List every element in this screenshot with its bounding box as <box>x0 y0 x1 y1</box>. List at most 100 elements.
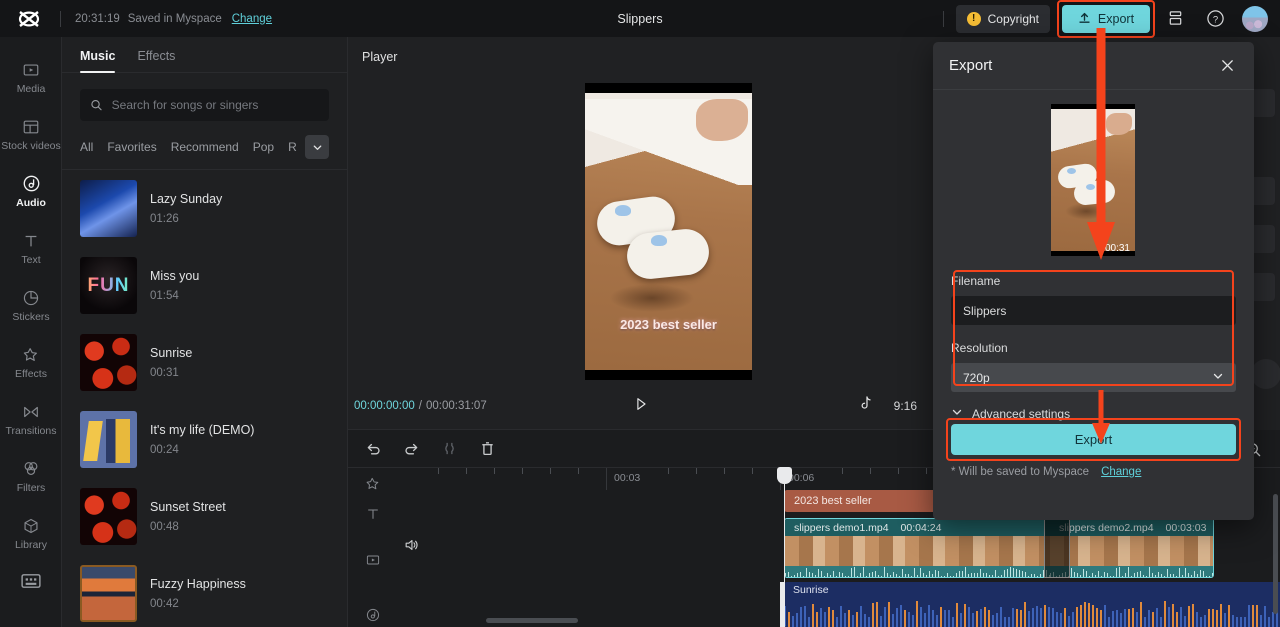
tab-music[interactable]: Music <box>80 49 116 73</box>
export-button[interactable]: Export <box>1062 4 1150 33</box>
sidebar-item-stock-videos[interactable]: Stock videos <box>0 106 62 163</box>
chip-favorites[interactable]: Favorites <box>107 140 156 154</box>
playhead[interactable] <box>777 467 792 627</box>
aspect-ratio-value[interactable]: 9:16 <box>894 399 917 413</box>
export-thumbnail-frame <box>1051 109 1135 251</box>
sidebar-item-library[interactable]: Library <box>0 505 62 562</box>
video-clip-header: slippers demo2.mp4 00:03:03 <box>1050 519 1213 536</box>
list-item[interactable]: Fuzzy Happiness 00:42 <box>62 555 347 627</box>
vertical-scrollbar[interactable] <box>1273 494 1278 614</box>
sidebar-item-transitions[interactable]: Transitions <box>0 391 62 448</box>
hand <box>696 99 748 141</box>
delete-icon[interactable] <box>472 434 502 464</box>
slipper-right <box>624 226 712 282</box>
song-cover <box>80 488 137 545</box>
list-item[interactable]: Lazy Sunday 01:26 <box>62 170 347 247</box>
sidebar-item-media[interactable]: Media <box>0 49 62 106</box>
sidebar-item-label: Stickers <box>12 310 50 323</box>
video-clip-header: slippers demo1.mp4 00:04:24 <box>785 519 1050 536</box>
export-change-location-link[interactable]: Change <box>1101 466 1141 478</box>
chevron-down-icon <box>951 406 963 421</box>
song-name: Fuzzy Happiness <box>150 577 246 591</box>
chip-r[interactable]: R <box>288 140 297 154</box>
export-button-label: Export <box>1097 11 1135 26</box>
list-item[interactable]: Sunrise 00:31 <box>62 324 347 401</box>
horizontal-scrollbar[interactable] <box>486 618 578 623</box>
list-item[interactable]: It's my life (DEMO) 00:24 <box>62 401 347 478</box>
resolution-select[interactable]: 720p <box>951 363 1236 392</box>
left-rail: Media Stock videos Audio Text Stickers E… <box>0 37 62 627</box>
song-duration: 00:24 <box>150 444 179 456</box>
chip-recommend[interactable]: Recommend <box>171 140 239 154</box>
audio-track-icon[interactable] <box>358 592 388 627</box>
sidebar-item-stickers[interactable]: Stickers <box>0 277 62 334</box>
search-input[interactable] <box>111 98 319 112</box>
clip-waveform <box>785 566 1050 577</box>
export-thumbnail-duration: 00:31 <box>1104 243 1130 254</box>
list-item[interactable]: Sunset Street 00:48 <box>62 478 347 555</box>
song-name: It's my life (DEMO) <box>150 423 255 437</box>
video-preview[interactable]: 2023 best seller <box>585 83 752 380</box>
help-icon[interactable]: ? <box>1200 4 1230 34</box>
song-cover <box>80 411 137 468</box>
player-controls: 00:00:00:00 / 00:00:31:07 9:16 <box>348 383 933 429</box>
tab-effects[interactable]: Effects <box>137 49 175 72</box>
avatar[interactable] <box>1242 5 1268 32</box>
stock-videos-icon <box>23 120 39 133</box>
chip-pop[interactable]: Pop <box>253 140 274 154</box>
export-dialog-header: Export <box>933 42 1254 90</box>
clip-transition-handle[interactable] <box>1044 518 1070 578</box>
chip-all[interactable]: All <box>80 140 93 154</box>
clip-name: slippers demo1.mp4 <box>794 521 889 534</box>
video-track[interactable]: slippers demo1.mp4 00:04:24 slippers dem… <box>784 518 1214 578</box>
list-item[interactable]: Miss you 01:54 <box>62 247 347 324</box>
export-confirm-button[interactable]: Export <box>951 424 1236 455</box>
search-box[interactable] <box>80 89 329 121</box>
undo-icon[interactable] <box>358 434 388 464</box>
hand <box>1106 113 1132 135</box>
filename-field[interactable] <box>951 296 1236 325</box>
player-right-controls: 9:16 <box>859 396 927 416</box>
text-track-icon[interactable] <box>358 500 388 528</box>
clip-duration: 00:03:03 <box>1165 521 1207 534</box>
copyright-label: Copyright <box>987 11 1039 26</box>
audio-clip[interactable]: Sunrise <box>784 582 1280 627</box>
sidebar-item-label: Stock videos <box>1 139 61 152</box>
copyright-button[interactable]: ! Copyright <box>955 4 1050 33</box>
video-clip-1[interactable]: slippers demo1.mp4 00:04:24 <box>785 519 1050 577</box>
sidebar-item-text[interactable]: Text <box>0 220 62 277</box>
play-icon[interactable] <box>633 396 649 417</box>
bow-left <box>1067 168 1076 174</box>
titlebar-divider-2 <box>942 10 944 27</box>
split-icon[interactable] <box>434 434 464 464</box>
current-timecode: 00:00:00:00 <box>354 400 415 412</box>
bow-left <box>615 205 631 216</box>
filename-input[interactable] <box>963 303 1224 318</box>
advanced-settings-toggle[interactable]: Advanced settings <box>951 406 1236 421</box>
change-save-location-link[interactable]: Change <box>232 13 272 25</box>
video-clip-2[interactable]: slippers demo2.mp4 00:03:03 <box>1050 519 1213 577</box>
video-caption: 2023 best seller <box>620 317 717 332</box>
resolution-value: 720p <box>963 370 990 385</box>
layout-icon[interactable] <box>1160 4 1190 34</box>
song-duration: 01:54 <box>150 290 179 302</box>
close-icon[interactable] <box>1216 55 1238 77</box>
redo-icon[interactable] <box>396 434 426 464</box>
export-button-wrapper: Export <box>1057 0 1155 38</box>
captions-icon[interactable] <box>0 573 62 589</box>
video-track-icon[interactable] <box>358 528 388 592</box>
sidebar-item-filters[interactable]: Filters <box>0 448 62 505</box>
sidebar-item-audio[interactable]: Audio <box>0 163 62 220</box>
capcut-logo-icon[interactable] <box>14 8 44 30</box>
effects-track-icon[interactable] <box>358 468 388 500</box>
filters-icon <box>24 461 38 475</box>
song-cover <box>80 257 137 314</box>
chevron-down-icon[interactable] <box>305 135 329 159</box>
library-panel: Music Effects All Favorites Recommend Po… <box>62 37 348 627</box>
tiktok-icon[interactable] <box>859 396 872 416</box>
clip-thumbnails <box>1050 536 1213 566</box>
sidebar-item-effects[interactable]: Effects <box>0 334 62 391</box>
filename-label: Filename <box>951 274 1001 288</box>
upload-icon <box>1079 12 1090 23</box>
volume-icon[interactable] <box>403 537 420 558</box>
